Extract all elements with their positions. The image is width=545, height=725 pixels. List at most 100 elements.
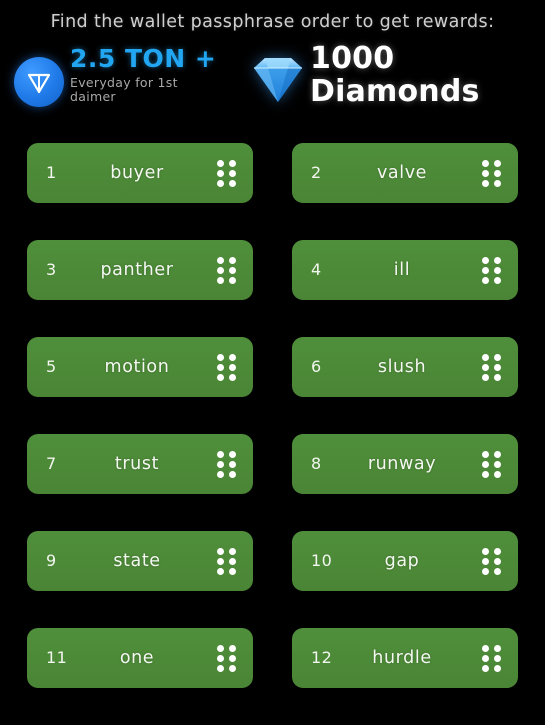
word-row: 1 buyer 2 valve: [0, 143, 545, 240]
handle-dot: [482, 267, 489, 274]
handle-dot: [217, 257, 224, 264]
word-tile[interactable]: 9 state: [27, 531, 253, 591]
handle-dot: [494, 665, 501, 672]
handle-dot: [482, 160, 489, 167]
handle-dot: [482, 451, 489, 458]
handle-dot: [229, 645, 236, 652]
handle-dot: [482, 180, 489, 187]
handle-dot: [229, 461, 236, 468]
drag-handle-dots-icon[interactable]: [482, 645, 501, 672]
diamond-gem-icon: [248, 50, 308, 108]
drag-handle-dots-icon[interactable]: [482, 354, 501, 381]
word-row: 3 panther 4 ill: [0, 240, 545, 337]
diamond-label: Diamonds: [310, 74, 480, 109]
drag-handle-dots-icon[interactable]: [217, 645, 236, 672]
handle-dot: [494, 558, 501, 565]
word-tile[interactable]: 3 panther: [27, 240, 253, 300]
handle-dot: [229, 665, 236, 672]
drag-handle-dots-icon[interactable]: [482, 451, 501, 478]
handle-dot: [482, 568, 489, 575]
handle-dot: [229, 354, 236, 361]
handle-dot: [229, 267, 236, 274]
handle-dot: [229, 558, 236, 565]
handle-dot: [217, 180, 224, 187]
handle-dot: [229, 451, 236, 458]
handle-dot: [494, 655, 501, 662]
word-row: 5 motion 6 slush: [0, 337, 545, 434]
app-screen: Find the wallet passphrase order to get …: [0, 0, 545, 700]
drag-handle-dots-icon[interactable]: [482, 160, 501, 187]
handle-dot: [217, 548, 224, 555]
handle-dot: [229, 180, 236, 187]
handle-dot: [217, 277, 224, 284]
word-tile[interactable]: 7 trust: [27, 434, 253, 494]
word-row: 11 one 12 hurdle: [0, 628, 545, 725]
handle-dot: [494, 257, 501, 264]
word-row: 9 state 10 gap: [0, 531, 545, 628]
word-row: 7 trust 8 runway: [0, 434, 545, 531]
word-tile[interactable]: 8 runway: [292, 434, 518, 494]
handle-dot: [229, 364, 236, 371]
handle-dot: [217, 461, 224, 468]
handle-dot: [482, 471, 489, 478]
handle-dot: [494, 267, 501, 274]
handle-dot: [217, 558, 224, 565]
handle-dot: [482, 374, 489, 381]
word-tile[interactable]: 5 motion: [27, 337, 253, 397]
ton-coin-icon: [14, 57, 64, 107]
handle-dot: [494, 548, 501, 555]
drag-handle-dots-icon[interactable]: [217, 354, 236, 381]
handle-dot: [229, 548, 236, 555]
passphrase-word-grid: 1 buyer 2 valve 3 panther 4 ill 5 motion 6 slush 7 tr…: [0, 143, 545, 725]
word-tile[interactable]: 10 gap: [292, 531, 518, 591]
handle-dot: [494, 645, 501, 652]
ton-subtitle-label: Everyday for 1st daimer: [70, 75, 178, 104]
handle-dot: [482, 548, 489, 555]
drag-handle-dots-icon[interactable]: [217, 257, 236, 284]
handle-dot: [229, 471, 236, 478]
handle-dot: [482, 170, 489, 177]
handle-dot: [229, 170, 236, 177]
handle-dot: [494, 568, 501, 575]
handle-dot: [494, 180, 501, 187]
handle-dot: [482, 257, 489, 264]
handle-dot: [217, 267, 224, 274]
handle-dot: [217, 160, 224, 167]
drag-handle-dots-icon[interactable]: [217, 548, 236, 575]
handle-dot: [217, 364, 224, 371]
drag-handle-dots-icon[interactable]: [217, 160, 236, 187]
word-tile[interactable]: 4 ill: [292, 240, 518, 300]
word-tile[interactable]: 12 hurdle: [292, 628, 518, 688]
handle-dot: [494, 374, 501, 381]
handle-dot: [217, 170, 224, 177]
handle-dot: [482, 655, 489, 662]
handle-dot: [229, 655, 236, 662]
word-tile[interactable]: 11 one: [27, 628, 253, 688]
drag-handle-dots-icon[interactable]: [482, 257, 501, 284]
handle-dot: [494, 354, 501, 361]
handle-dot: [482, 461, 489, 468]
handle-dot: [494, 451, 501, 458]
handle-dot: [229, 277, 236, 284]
drag-handle-dots-icon[interactable]: [217, 451, 236, 478]
handle-dot: [494, 170, 501, 177]
handle-dot: [494, 277, 501, 284]
word-tile[interactable]: 6 slush: [292, 337, 518, 397]
handle-dot: [494, 461, 501, 468]
handle-dot: [217, 645, 224, 652]
word-tile[interactable]: 2 valve: [292, 143, 518, 203]
page-title: Find the wallet passphrase order to get …: [50, 12, 495, 32]
diamond-reward-block: 1000 Diamonds: [248, 42, 528, 116]
ton-reward-block: 2.5 TON + Everyday for 1st daimer: [14, 45, 229, 115]
handle-dot: [482, 364, 489, 371]
diamond-amount-label: 1000: [310, 41, 395, 76]
handle-dot: [217, 471, 224, 478]
handle-dot: [494, 160, 501, 167]
handle-dot: [217, 354, 224, 361]
ton-amount-label: 2.5 TON +: [70, 44, 217, 73]
drag-handle-dots-icon[interactable]: [482, 548, 501, 575]
handle-dot: [482, 558, 489, 565]
word-tile[interactable]: 1 buyer: [27, 143, 253, 203]
handle-dot: [217, 655, 224, 662]
handle-dot: [229, 257, 236, 264]
